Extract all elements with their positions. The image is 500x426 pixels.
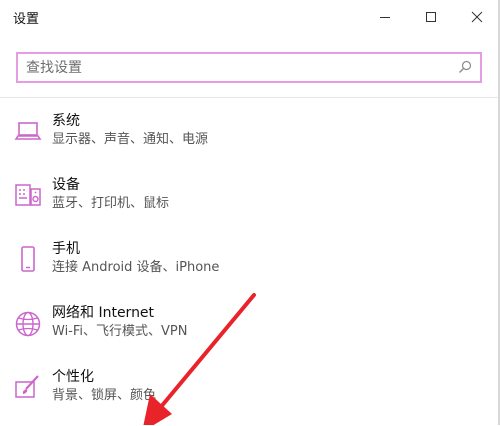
category-network[interactable]: 网络和 Internet Wi-Fi、飞行模式、VPN bbox=[0, 304, 480, 362]
category-label: 个性化 bbox=[52, 369, 94, 385]
close-icon bbox=[471, 11, 483, 23]
category-system[interactable]: 系统 显示器、声音、通知、电源 bbox=[0, 112, 480, 170]
category-phone[interactable]: 手机 连接 Android 设备、iPhone bbox=[0, 240, 480, 298]
search-input[interactable] bbox=[26, 56, 446, 80]
globe-icon bbox=[15, 311, 41, 337]
category-description: Wi-Fi、飞行模式、VPN bbox=[52, 324, 188, 339]
paintbrush-icon bbox=[15, 375, 39, 398]
category-label: 系统 bbox=[52, 113, 80, 129]
maximize-icon bbox=[426, 12, 436, 22]
minimize-icon bbox=[380, 17, 390, 18]
category-label: 网络和 Internet bbox=[52, 305, 155, 321]
category-description: 显示器、声音、通知、电源 bbox=[52, 132, 209, 147]
laptop-icon bbox=[14, 122, 42, 140]
maximize-button[interactable] bbox=[408, 0, 454, 34]
close-button[interactable] bbox=[454, 0, 500, 34]
phone-icon bbox=[21, 246, 35, 272]
search-box[interactable] bbox=[16, 52, 482, 83]
search-icon[interactable] bbox=[458, 60, 472, 74]
category-description: 蓝牙、打印机、鼠标 bbox=[52, 196, 170, 211]
minimize-button[interactable] bbox=[362, 0, 408, 34]
category-description: 连接 Android 设备、iPhone bbox=[52, 260, 220, 275]
keyboard-devices-icon bbox=[15, 184, 41, 206]
category-label: 设备 bbox=[52, 177, 80, 193]
category-personalization[interactable]: 个性化 背景、锁屏、颜色 bbox=[0, 368, 480, 426]
category-description: 背景、锁屏、颜色 bbox=[52, 388, 157, 403]
title-bar: 设置 bbox=[0, 0, 500, 34]
category-devices[interactable]: 设备 蓝牙、打印机、鼠标 bbox=[0, 176, 480, 234]
category-label: 手机 bbox=[52, 241, 80, 257]
window-title: 设置 bbox=[13, 12, 40, 27]
divider bbox=[0, 97, 498, 98]
